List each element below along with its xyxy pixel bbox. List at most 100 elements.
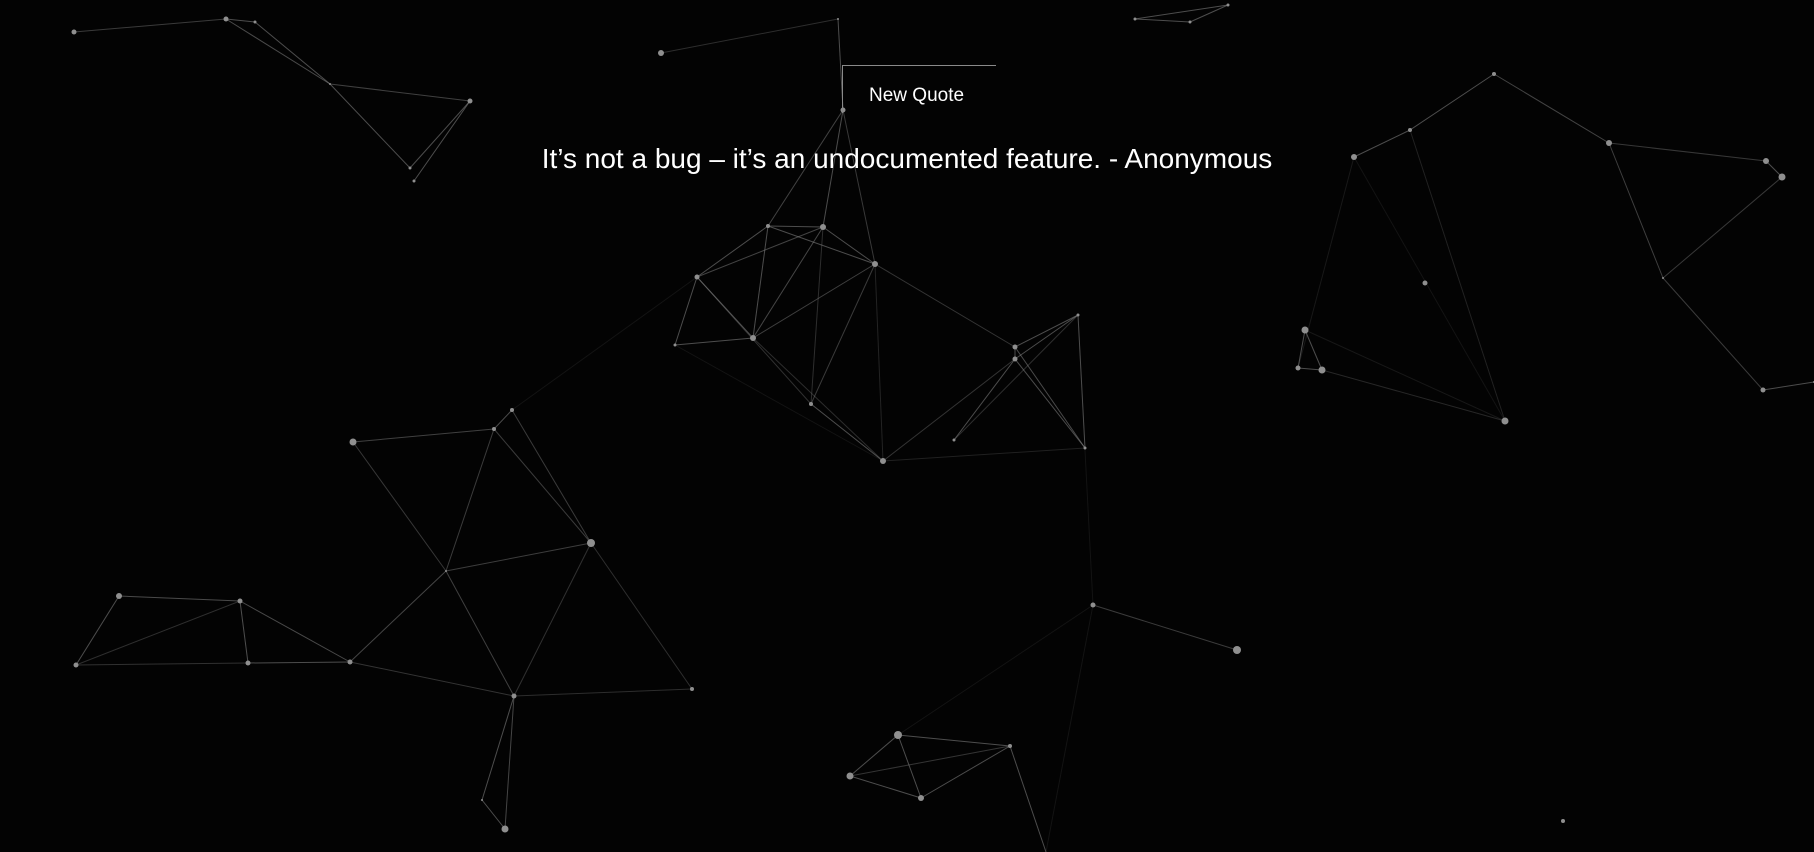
quote-page: New Quote It’s not a bug – it’s an undoc… <box>0 0 1814 852</box>
network-node <box>412 179 416 183</box>
network-edge <box>1014 358 1086 449</box>
network-edge <box>874 263 884 462</box>
network-edge <box>882 447 1086 462</box>
network-edge <box>810 226 824 405</box>
network-edge <box>810 403 884 462</box>
network-edge <box>849 775 922 799</box>
network-node <box>837 18 839 20</box>
network-edge <box>445 428 495 572</box>
network-edge <box>513 688 693 697</box>
network-node <box>1561 819 1565 823</box>
new-quote-button[interactable]: New Quote <box>842 65 996 113</box>
network-node <box>510 408 514 412</box>
network-edge <box>513 542 592 697</box>
network-node <box>1090 602 1096 608</box>
network-node <box>1188 20 1192 24</box>
network-node <box>1295 365 1301 371</box>
network-node <box>673 343 677 347</box>
network-node <box>1492 72 1496 76</box>
network-node <box>492 427 496 431</box>
network-edge <box>842 109 876 265</box>
network-edge <box>1493 73 1610 144</box>
network-edge <box>1009 745 1047 852</box>
network-node <box>467 98 473 104</box>
network-node <box>481 799 483 801</box>
network-edge <box>75 595 120 666</box>
network-node <box>329 83 331 85</box>
network-edge <box>1662 176 1783 279</box>
network-node <box>253 20 257 24</box>
network-edge <box>493 428 592 544</box>
network-node <box>1233 646 1241 654</box>
network-node <box>1408 128 1412 132</box>
network-edge <box>1014 346 1086 449</box>
network-edge <box>511 276 698 411</box>
network-edge <box>254 21 331 85</box>
network-node <box>1760 387 1766 393</box>
network-edge <box>1045 604 1094 852</box>
network-node <box>766 224 770 228</box>
network-edge <box>696 226 824 278</box>
network-edge <box>349 661 515 697</box>
network-edge <box>1297 367 1323 371</box>
network-node <box>846 772 854 780</box>
network-node <box>223 16 229 22</box>
network-edge <box>1762 381 1814 391</box>
network-edge <box>352 428 495 443</box>
network-edge <box>1353 156 1506 422</box>
network-node <box>1008 744 1012 748</box>
network-node <box>750 335 756 341</box>
network-edge <box>1092 604 1238 651</box>
network-node <box>809 402 813 406</box>
network-edge <box>897 734 1011 747</box>
network-edge <box>75 600 241 666</box>
network-edge <box>247 661 351 664</box>
network-edge <box>329 83 471 102</box>
network-nodes <box>71 3 1814 833</box>
quote-text: It’s not a bug – it’s an undocumented fe… <box>541 143 1273 174</box>
network-node <box>1501 417 1509 425</box>
network-edge <box>810 263 876 405</box>
network-edge <box>1134 4 1229 20</box>
network-edge <box>822 226 876 265</box>
network-edge <box>752 226 824 339</box>
network-edge <box>73 18 227 33</box>
network-edge <box>849 734 899 777</box>
network-edge <box>352 441 447 572</box>
network-edge <box>590 542 693 690</box>
network-node <box>73 662 79 668</box>
network-edge <box>504 695 515 830</box>
network-node <box>1301 326 1309 334</box>
network-node <box>880 458 886 464</box>
network-node <box>1226 3 1230 7</box>
network-edge <box>660 18 839 54</box>
network-node <box>1422 280 1428 286</box>
network-edge <box>445 542 592 572</box>
network-edge <box>481 799 506 830</box>
network-node <box>1662 277 1664 279</box>
network-node <box>690 687 694 691</box>
network-edge <box>696 225 769 278</box>
network-edge <box>118 595 241 602</box>
network-node <box>820 224 826 230</box>
network-edge <box>752 263 876 339</box>
network-edge <box>1134 18 1191 23</box>
network-node <box>511 693 517 699</box>
network-node <box>952 438 956 442</box>
network-node <box>237 598 243 604</box>
network-edge <box>953 314 1079 441</box>
network-node <box>347 659 353 665</box>
network-node <box>71 29 77 35</box>
network-edges <box>73 4 1814 852</box>
network-edge <box>1662 277 1764 391</box>
network-edge <box>1077 314 1094 606</box>
network-edge <box>1014 314 1079 360</box>
network-node <box>1076 313 1080 317</box>
network-edge <box>674 276 698 346</box>
network-edge <box>849 745 1011 777</box>
network-edge <box>481 695 515 801</box>
network-edge <box>874 263 1016 348</box>
network-edge <box>493 409 513 430</box>
network-edge <box>239 600 351 663</box>
network-node <box>445 570 447 572</box>
